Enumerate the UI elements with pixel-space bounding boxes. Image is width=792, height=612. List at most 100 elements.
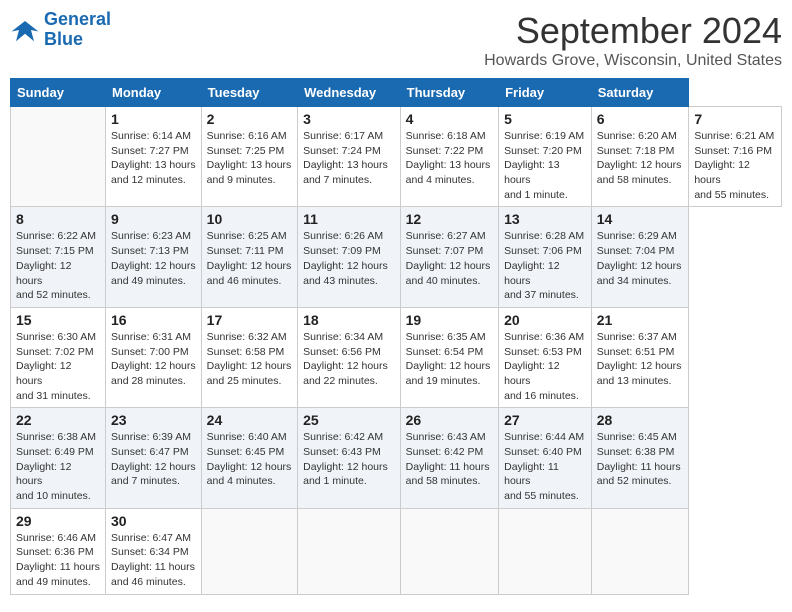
day-number: 27 bbox=[504, 412, 586, 428]
calendar-cell bbox=[201, 508, 297, 594]
day-number: 20 bbox=[504, 312, 586, 328]
calendar-cell: 27Sunrise: 6:44 AMSunset: 6:40 PMDayligh… bbox=[499, 408, 592, 508]
calendar-cell: 13Sunrise: 6:28 AMSunset: 7:06 PMDayligh… bbox=[499, 207, 592, 307]
calendar-cell: 16Sunrise: 6:31 AMSunset: 7:00 PMDayligh… bbox=[106, 307, 202, 407]
day-number: 25 bbox=[303, 412, 395, 428]
cell-info: Sunrise: 6:17 AMSunset: 7:24 PMDaylight:… bbox=[303, 129, 395, 188]
cell-info: Sunrise: 6:22 AMSunset: 7:15 PMDaylight:… bbox=[16, 229, 100, 302]
day-number: 1 bbox=[111, 111, 196, 127]
day-number: 6 bbox=[597, 111, 684, 127]
cell-info: Sunrise: 6:47 AMSunset: 6:34 PMDaylight:… bbox=[111, 531, 196, 590]
calendar-cell bbox=[499, 508, 592, 594]
calendar-cell: 26 Sunrise: 6:43 AMSunset: 6:42 PMDayligh… bbox=[400, 408, 498, 508]
calendar-cell: 8 Sunrise: 6:22 AMSunset: 7:15 PMDaylight… bbox=[11, 207, 106, 307]
cell-info: Sunrise: 6:39 AMSunset: 6:47 PMDaylight:… bbox=[111, 430, 196, 489]
cell-info: Sunrise: 6:40 AMSunset: 6:45 PMDaylight:… bbox=[207, 430, 292, 489]
day-number: 21 bbox=[597, 312, 684, 328]
day-number: 30 bbox=[111, 513, 196, 529]
cell-info: Sunrise: 6:37 AMSunset: 6:51 PMDaylight:… bbox=[597, 330, 684, 389]
calendar-cell: 30 Sunrise: 6:47 AMSunset: 6:34 PMDayligh… bbox=[106, 508, 202, 594]
calendar-cell: 29Sunrise: 6:46 AMSunset: 6:36 PMDayligh… bbox=[11, 508, 106, 594]
day-number: 4 bbox=[406, 111, 493, 127]
cell-info: Sunrise: 6:26 AMSunset: 7:09 PMDaylight:… bbox=[303, 229, 395, 288]
calendar-cell: 23 Sunrise: 6:39 AMSunset: 6:47 PMDayligh… bbox=[106, 408, 202, 508]
calendar-cell bbox=[298, 508, 401, 594]
cell-info: Sunrise: 6:32 AMSunset: 6:58 PMDaylight:… bbox=[207, 330, 292, 389]
page-header: General Blue September 2024 Howards Grov… bbox=[10, 10, 782, 70]
day-number: 26 bbox=[406, 412, 493, 428]
calendar-cell: 28Sunrise: 6:45 AMSunset: 6:38 PMDayligh… bbox=[591, 408, 689, 508]
day-number: 2 bbox=[207, 111, 292, 127]
weekday-header-monday: Monday bbox=[106, 79, 202, 107]
empty-cell bbox=[11, 107, 106, 207]
calendar-cell: 21 Sunrise: 6:37 AMSunset: 6:51 PMDayligh… bbox=[591, 307, 689, 407]
day-number: 11 bbox=[303, 211, 395, 227]
calendar-cell: 19 Sunrise: 6:35 AMSunset: 6:54 PMDayligh… bbox=[400, 307, 498, 407]
calendar-cell: 1 Sunrise: 6:14 AMSunset: 7:27 PMDaylight… bbox=[106, 107, 202, 207]
weekday-header-wednesday: Wednesday bbox=[298, 79, 401, 107]
day-number: 3 bbox=[303, 111, 395, 127]
cell-info: Sunrise: 6:25 AMSunset: 7:11 PMDaylight:… bbox=[207, 229, 292, 288]
cell-info: Sunrise: 6:43 AMSunset: 6:42 PMDaylight:… bbox=[406, 430, 493, 489]
week-row-3: 15Sunrise: 6:30 AMSunset: 7:02 PMDayligh… bbox=[11, 307, 782, 407]
cell-info: Sunrise: 6:27 AMSunset: 7:07 PMDaylight:… bbox=[406, 229, 493, 288]
cell-info: Sunrise: 6:18 AMSunset: 7:22 PMDaylight:… bbox=[406, 129, 493, 188]
weekday-header-saturday: Saturday bbox=[591, 79, 689, 107]
calendar-cell: 24 Sunrise: 6:40 AMSunset: 6:45 PMDayligh… bbox=[201, 408, 297, 508]
weekday-header-row: SundayMondayTuesdayWednesdayThursdayFrid… bbox=[11, 79, 782, 107]
weekday-header-friday: Friday bbox=[499, 79, 592, 107]
cell-info: Sunrise: 6:21 AMSunset: 7:16 PMDaylight:… bbox=[694, 129, 776, 202]
calendar-cell: 9 Sunrise: 6:23 AMSunset: 7:13 PMDaylight… bbox=[106, 207, 202, 307]
day-number: 22 bbox=[16, 412, 100, 428]
calendar-cell: 25 Sunrise: 6:42 AMSunset: 6:43 PMDayligh… bbox=[298, 408, 401, 508]
calendar-cell bbox=[400, 508, 498, 594]
calendar-cell: 17Sunrise: 6:32 AMSunset: 6:58 PMDayligh… bbox=[201, 307, 297, 407]
logo-text: General Blue bbox=[44, 10, 111, 50]
calendar-cell: 6 Sunrise: 6:20 AMSunset: 7:18 PMDaylight… bbox=[591, 107, 689, 207]
day-number: 28 bbox=[597, 412, 684, 428]
day-number: 10 bbox=[207, 211, 292, 227]
day-number: 13 bbox=[504, 211, 586, 227]
calendar-cell: 15Sunrise: 6:30 AMSunset: 7:02 PMDayligh… bbox=[11, 307, 106, 407]
day-number: 14 bbox=[597, 211, 684, 227]
week-row-4: 22 Sunrise: 6:38 AMSunset: 6:49 PMDayligh… bbox=[11, 408, 782, 508]
calendar-table: SundayMondayTuesdayWednesdayThursdayFrid… bbox=[10, 78, 782, 595]
cell-info: Sunrise: 6:29 AMSunset: 7:04 PMDaylight:… bbox=[597, 229, 684, 288]
month-title: September 2024 bbox=[484, 10, 782, 52]
day-number: 9 bbox=[111, 211, 196, 227]
calendar-cell: 3 Sunrise: 6:17 AMSunset: 7:24 PMDaylight… bbox=[298, 107, 401, 207]
cell-info: Sunrise: 6:23 AMSunset: 7:13 PMDaylight:… bbox=[111, 229, 196, 288]
day-number: 23 bbox=[111, 412, 196, 428]
cell-info: Sunrise: 6:31 AMSunset: 7:00 PMDaylight:… bbox=[111, 330, 196, 389]
cell-info: Sunrise: 6:16 AMSunset: 7:25 PMDaylight:… bbox=[207, 129, 292, 188]
cell-info: Sunrise: 6:38 AMSunset: 6:49 PMDaylight:… bbox=[16, 430, 100, 503]
cell-info: Sunrise: 6:35 AMSunset: 6:54 PMDaylight:… bbox=[406, 330, 493, 389]
calendar-cell: 18 Sunrise: 6:34 AMSunset: 6:56 PMDayligh… bbox=[298, 307, 401, 407]
calendar-cell: 14 Sunrise: 6:29 AMSunset: 7:04 PMDayligh… bbox=[591, 207, 689, 307]
day-number: 24 bbox=[207, 412, 292, 428]
day-number: 12 bbox=[406, 211, 493, 227]
day-number: 29 bbox=[16, 513, 100, 529]
day-number: 19 bbox=[406, 312, 493, 328]
day-number: 7 bbox=[694, 111, 776, 127]
calendar-cell: 22 Sunrise: 6:38 AMSunset: 6:49 PMDayligh… bbox=[11, 408, 106, 508]
logo: General Blue bbox=[10, 10, 111, 50]
title-block: September 2024 Howards Grove, Wisconsin,… bbox=[484, 10, 782, 70]
cell-info: Sunrise: 6:34 AMSunset: 6:56 PMDaylight:… bbox=[303, 330, 395, 389]
weekday-header-thursday: Thursday bbox=[400, 79, 498, 107]
weekday-header-tuesday: Tuesday bbox=[201, 79, 297, 107]
calendar-cell: 5Sunrise: 6:19 AMSunset: 7:20 PMDaylight… bbox=[499, 107, 592, 207]
weekday-header-sunday: Sunday bbox=[11, 79, 106, 107]
cell-info: Sunrise: 6:20 AMSunset: 7:18 PMDaylight:… bbox=[597, 129, 684, 188]
calendar-cell: 11 Sunrise: 6:26 AMSunset: 7:09 PMDayligh… bbox=[298, 207, 401, 307]
cell-info: Sunrise: 6:19 AMSunset: 7:20 PMDaylight:… bbox=[504, 129, 586, 202]
week-row-2: 8 Sunrise: 6:22 AMSunset: 7:15 PMDaylight… bbox=[11, 207, 782, 307]
calendar-cell: 7 Sunrise: 6:21 AMSunset: 7:16 PMDaylight… bbox=[689, 107, 782, 207]
calendar-cell: 12 Sunrise: 6:27 AMSunset: 7:07 PMDayligh… bbox=[400, 207, 498, 307]
calendar-cell: 4 Sunrise: 6:18 AMSunset: 7:22 PMDaylight… bbox=[400, 107, 498, 207]
day-number: 18 bbox=[303, 312, 395, 328]
week-row-1: 1 Sunrise: 6:14 AMSunset: 7:27 PMDaylight… bbox=[11, 107, 782, 207]
cell-info: Sunrise: 6:14 AMSunset: 7:27 PMDaylight:… bbox=[111, 129, 196, 188]
cell-info: Sunrise: 6:42 AMSunset: 6:43 PMDaylight:… bbox=[303, 430, 395, 489]
day-number: 8 bbox=[16, 211, 100, 227]
